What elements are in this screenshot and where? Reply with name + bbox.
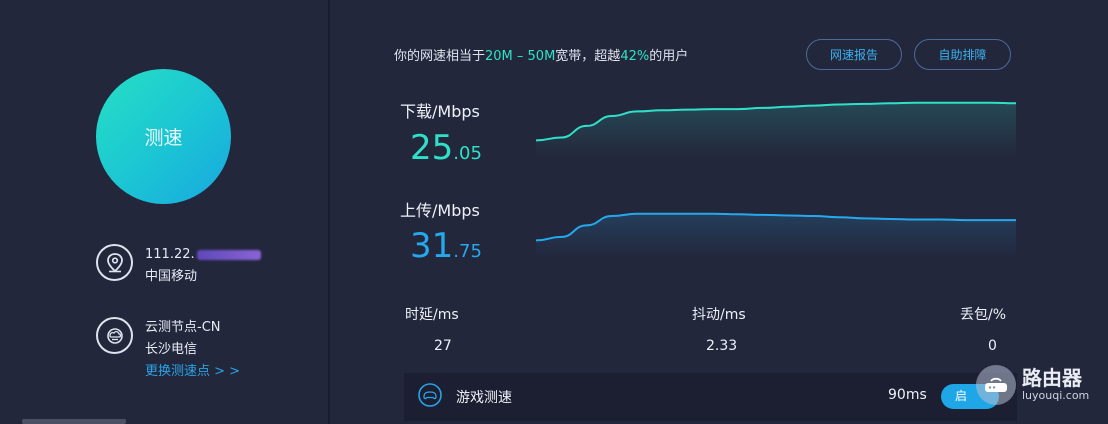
start-test-button[interactable]: 测速 <box>96 69 231 204</box>
summary-middle: 宽带，超越 <box>555 49 621 64</box>
download-value: 25.05 <box>410 128 482 168</box>
cloud-node-icon <box>96 317 133 354</box>
ip-address: 111.22. <box>145 247 195 262</box>
self-diagnose-button[interactable]: 自助排障 <box>914 39 1011 70</box>
summary-prefix: 你的网速相当于 <box>394 49 486 64</box>
watermark-url: luyouqi.com <box>1022 389 1090 402</box>
speed-summary: 你的网速相当于20M – 50M宽带，超越42%的用户 <box>394 45 688 64</box>
panel-divider <box>328 0 330 424</box>
gamepad-icon <box>418 383 442 407</box>
download-label: 下载/Mbps <box>400 102 480 121</box>
game-speed-bar: 游戏测速 90ms 启 <box>404 373 1017 421</box>
download-value-frac: .05 <box>453 143 482 164</box>
upload-label: 上传/Mbps <box>400 201 480 220</box>
isp-name: 中国移动 <box>145 269 198 284</box>
packet-loss-value: 0 <box>988 338 997 354</box>
start-test-label: 测速 <box>144 127 183 149</box>
scroll-indicator <box>22 419 126 424</box>
summary-percent: 42% <box>620 49 650 64</box>
router-logo-icon <box>976 365 1016 405</box>
upload-chart <box>535 212 1016 258</box>
download-chart <box>535 101 1017 158</box>
watermark: 路由器 luyouqi.com <box>976 360 1106 410</box>
download-value-int: 25 <box>410 128 454 168</box>
game-speed-label: 游戏测速 <box>456 390 512 406</box>
jitter-label: 抖动/ms <box>692 307 746 323</box>
location-pin-icon <box>96 244 133 281</box>
upload-value-int: 31 <box>410 226 454 266</box>
ip-redaction <box>196 249 261 260</box>
node-info: 云测节点-CN 长沙电信 更换测速点 > > <box>96 317 240 383</box>
speed-report-label: 网速报告 <box>829 48 878 62</box>
self-diagnose-label: 自助排障 <box>938 48 987 62</box>
summary-suffix: 的用户 <box>649 49 689 64</box>
summary-range: 20M – 50M <box>485 49 556 64</box>
upload-value-frac: .75 <box>453 241 482 262</box>
node-name: 云测节点-CN <box>145 320 221 335</box>
node-location: 长沙电信 <box>145 342 198 357</box>
packet-loss-label: 丢包/% <box>960 307 1007 323</box>
download-curve-area <box>536 102 1016 158</box>
speed-report-button[interactable]: 网速报告 <box>806 39 902 70</box>
ip-info: 111.22. 中国移动 <box>96 244 261 288</box>
game-latency-value: 90ms <box>888 387 927 403</box>
change-node-link[interactable]: 更换测速点 > > <box>145 361 240 383</box>
watermark-title: 路由器 <box>1022 366 1082 390</box>
game-toggle-label: 启 <box>955 389 968 403</box>
upload-value: 31.75 <box>410 226 482 266</box>
latency-label: 时延/ms <box>405 307 459 323</box>
jitter-value: 2.33 <box>706 338 738 354</box>
left-panel: 测速 111.22. 中国移动 云测节点-CN 长沙电信 更换测速点 > > <box>0 0 330 424</box>
latency-value: 27 <box>434 338 452 354</box>
